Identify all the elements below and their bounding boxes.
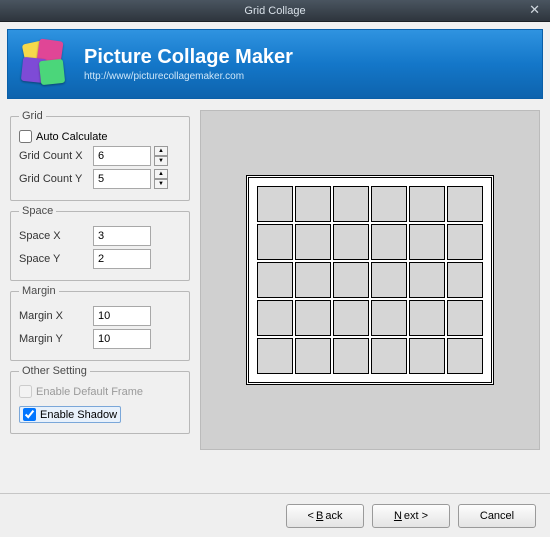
grid-cell <box>257 262 293 298</box>
grid-cell <box>295 338 331 374</box>
space-x-input[interactable] <box>93 226 151 246</box>
grid-cell <box>257 300 293 336</box>
collage-grid <box>246 175 494 385</box>
grid-cell <box>409 338 445 374</box>
space-y-label: Space Y <box>19 253 87 265</box>
grid-cell <box>409 300 445 336</box>
app-logo-icon <box>20 38 72 90</box>
grid-count-x-down[interactable]: ▼ <box>154 156 168 166</box>
grid-count-y-up[interactable]: ▲ <box>154 169 168 179</box>
space-legend: Space <box>19 205 56 217</box>
enable-default-frame-label: Enable Default Frame <box>36 386 143 398</box>
grid-cell <box>257 224 293 260</box>
enable-shadow-checkbox[interactable]: Enable Shadow <box>19 406 121 423</box>
banner: Picture Collage Maker http://www/picture… <box>7 29 543 99</box>
grid-count-y-down[interactable]: ▼ <box>154 179 168 189</box>
back-button[interactable]: < Back <box>286 504 364 528</box>
grid-cell <box>371 300 407 336</box>
grid-cell <box>371 186 407 222</box>
space-group: Space Space X Space Y <box>10 205 190 281</box>
window-title: Grid Collage <box>244 5 305 17</box>
grid-cell <box>409 262 445 298</box>
grid-cell <box>371 262 407 298</box>
other-group: Other Setting Enable Default Frame Enabl… <box>10 365 190 434</box>
grid-cell <box>295 224 331 260</box>
margin-y-input[interactable] <box>93 329 151 349</box>
grid-count-x-up[interactable]: ▲ <box>154 146 168 156</box>
enable-default-frame-checkbox: Enable Default Frame <box>19 385 181 398</box>
footer: < Back Next > Cancel <box>0 493 550 537</box>
titlebar: Grid Collage ✕ <box>0 0 550 22</box>
grid-cell <box>257 338 293 374</box>
banner-title: Picture Collage Maker <box>84 46 293 69</box>
preview-pane <box>200 110 540 450</box>
auto-calculate-label: Auto Calculate <box>36 131 108 143</box>
grid-cell <box>447 186 483 222</box>
enable-shadow-input[interactable] <box>23 408 36 421</box>
margin-group: Margin Margin X Margin Y <box>10 285 190 361</box>
margin-x-label: Margin X <box>19 310 87 322</box>
grid-cell <box>295 186 331 222</box>
margin-y-label: Margin Y <box>19 333 87 345</box>
cancel-button[interactable]: Cancel <box>458 504 536 528</box>
grid-cell <box>333 186 369 222</box>
close-icon[interactable]: ✕ <box>525 2 544 18</box>
margin-legend: Margin <box>19 285 59 297</box>
grid-group: Grid Auto Calculate Grid Count X ▲ ▼ Gri… <box>10 110 190 201</box>
margin-x-input[interactable] <box>93 306 151 326</box>
grid-cell <box>409 224 445 260</box>
space-x-label: Space X <box>19 230 87 242</box>
grid-cell <box>447 300 483 336</box>
grid-cell <box>409 186 445 222</box>
grid-count-x-input[interactable] <box>93 146 151 166</box>
grid-count-y-label: Grid Count Y <box>19 173 87 185</box>
auto-calculate-input[interactable] <box>19 130 32 143</box>
grid-cell <box>333 262 369 298</box>
grid-legend: Grid <box>19 110 46 122</box>
grid-cell <box>257 186 293 222</box>
banner-url: http://www/picturecollagemaker.com <box>84 71 293 82</box>
other-legend: Other Setting <box>19 365 90 377</box>
grid-cell <box>295 262 331 298</box>
grid-cell <box>371 224 407 260</box>
grid-count-x-label: Grid Count X <box>19 150 87 162</box>
enable-default-frame-input <box>19 385 32 398</box>
grid-cell <box>333 338 369 374</box>
auto-calculate-checkbox[interactable]: Auto Calculate <box>19 130 181 143</box>
grid-count-y-input[interactable] <box>93 169 151 189</box>
grid-cell <box>333 300 369 336</box>
grid-cell <box>447 262 483 298</box>
grid-cell <box>333 224 369 260</box>
next-button[interactable]: Next > <box>372 504 450 528</box>
grid-cell <box>371 338 407 374</box>
grid-cell <box>295 300 331 336</box>
space-y-input[interactable] <box>93 249 151 269</box>
grid-cell <box>447 338 483 374</box>
enable-shadow-label: Enable Shadow <box>40 409 117 421</box>
grid-cell <box>447 224 483 260</box>
